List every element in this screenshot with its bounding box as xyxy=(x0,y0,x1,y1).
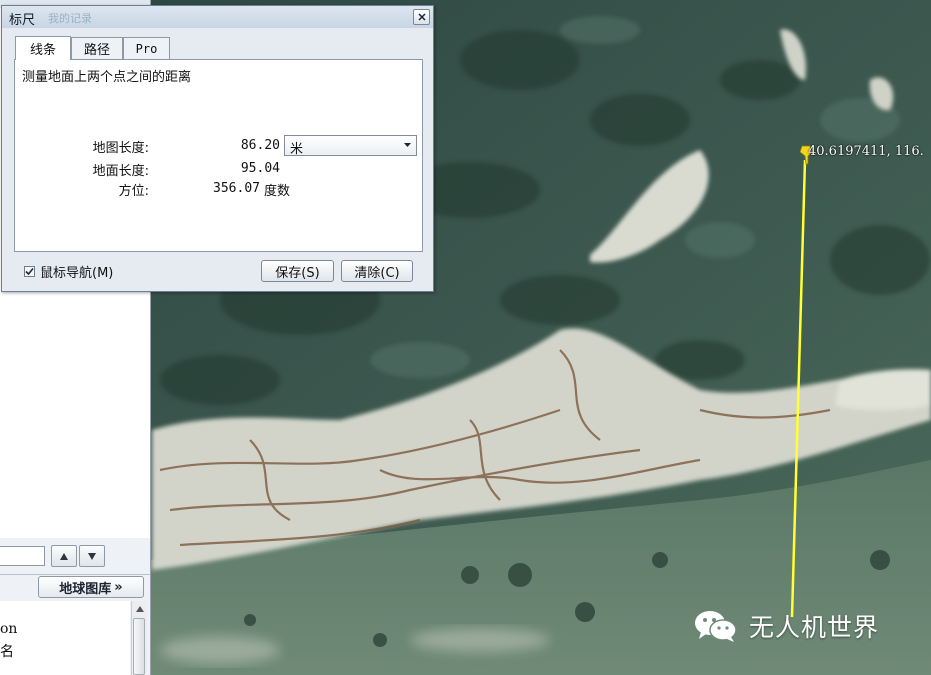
list-item[interactable]: on xyxy=(0,621,17,637)
close-button[interactable] xyxy=(413,9,430,25)
measurement-description: 测量地面上两个点之间的距离 xyxy=(22,70,192,85)
tab-panel: 测量地面上两个点之间的距离 地图长度: 86.20 米 地面长度: 95.04 … xyxy=(14,59,423,252)
dialog-title-ghost-text: 我的记录 xyxy=(48,12,92,25)
dialog-titlebar[interactable]: 标尺 我的记录 xyxy=(2,6,433,28)
dialog-title: 标尺 xyxy=(9,13,36,28)
move-down-button[interactable] xyxy=(79,545,105,567)
save-button[interactable]: 保存(S) xyxy=(261,260,334,282)
tab-path[interactable]: 路径 xyxy=(71,37,123,59)
heading-label: 方位: xyxy=(118,184,149,199)
close-icon xyxy=(417,13,426,21)
search-input[interactable] xyxy=(0,546,45,566)
sidebar-divider xyxy=(0,574,150,575)
scroll-up-arrow-icon xyxy=(135,605,144,612)
mouse-navigation-option[interactable]: 鼠标导航(M) xyxy=(24,262,113,281)
scrollbar-thumb[interactable] xyxy=(133,618,145,675)
map-length-label: 地图长度: xyxy=(92,141,149,156)
checkmark-icon xyxy=(25,267,34,276)
earth-gallery-label: 地球图库 xyxy=(59,581,112,597)
tab-pro[interactable]: Pro xyxy=(123,37,170,59)
chevron-down-icon xyxy=(404,143,411,147)
layer-list[interactable] xyxy=(0,601,130,675)
unit-dropdown-value: 米 xyxy=(290,142,304,157)
clear-button[interactable]: 清除(C) xyxy=(341,260,413,282)
tab-line[interactable]: 线条 xyxy=(15,36,71,60)
double-chevron-right-icon: » xyxy=(114,579,123,595)
placemark-coordinate-label: 40.6197411, 116. xyxy=(808,144,924,159)
map-length-value: 86.20 xyxy=(240,138,280,153)
watermark: 无人机世界 xyxy=(693,608,879,644)
mouse-navigation-checkbox[interactable] xyxy=(24,266,35,277)
ruler-dialog: 标尺 我的记录 线条 路径 Pro 测量地面上两个点之间的距离 地图长度: 86… xyxy=(1,5,434,292)
list-item[interactable]: 名 xyxy=(0,641,14,661)
ground-length-label: 地面长度: xyxy=(92,164,149,179)
watermark-text: 无人机世界 xyxy=(749,613,880,642)
ground-length-value: 95.04 xyxy=(240,161,280,176)
mouse-navigation-label: 鼠标导航(M) xyxy=(40,266,114,281)
move-up-button[interactable] xyxy=(51,545,77,567)
layer-list-scrollbar[interactable] xyxy=(131,601,147,675)
arrow-down-icon xyxy=(88,552,96,560)
heading-value: 356.07 xyxy=(213,181,260,196)
scroll-up-button[interactable] xyxy=(132,601,147,616)
heading-unit: 度数 xyxy=(264,184,291,199)
earth-gallery-button[interactable]: 地球图库 » xyxy=(38,576,144,598)
unit-dropdown[interactable]: 米 xyxy=(284,135,417,157)
wechat-icon xyxy=(695,611,737,642)
arrow-up-icon xyxy=(60,552,68,560)
